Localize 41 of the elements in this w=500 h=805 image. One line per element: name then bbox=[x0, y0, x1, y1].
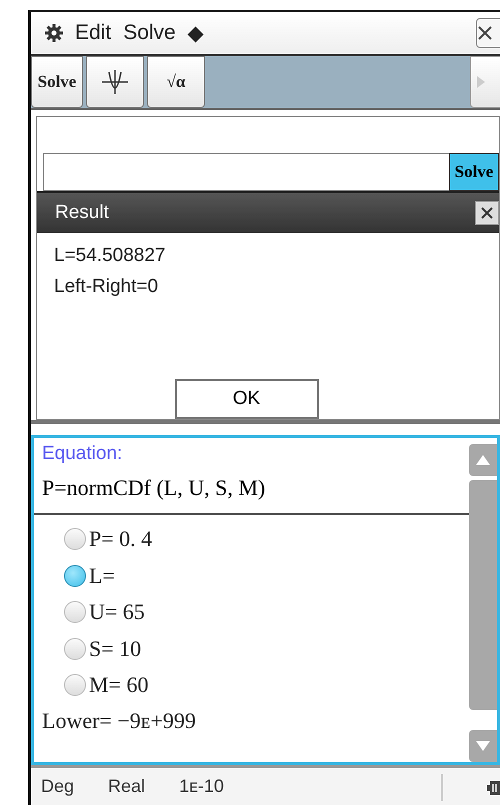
triangle-down-icon bbox=[476, 741, 490, 751]
solve-button[interactable]: Solve bbox=[449, 153, 499, 191]
close-icon bbox=[480, 206, 494, 220]
triangle-up-icon bbox=[476, 455, 490, 465]
toolbar-button[interactable] bbox=[86, 56, 144, 108]
variable-label: S= 10 bbox=[89, 636, 142, 662]
status-item: Real bbox=[108, 776, 146, 797]
scrollbar-thumb[interactable] bbox=[469, 480, 497, 710]
equation-heading: Equation: bbox=[41, 442, 124, 466]
variable-label: P= 0. 4 bbox=[89, 526, 152, 552]
close-button[interactable] bbox=[476, 18, 500, 48]
bound-text: Lower= −9ᴇ+999 bbox=[41, 706, 197, 734]
variable-label: U= 65 bbox=[89, 599, 145, 626]
close-button[interactable] bbox=[475, 201, 499, 225]
scroll-right-button[interactable] bbox=[470, 56, 500, 108]
radio-button[interactable] bbox=[64, 674, 86, 696]
status-item: 1ᴇ-10 bbox=[179, 776, 224, 797]
radio-button[interactable] bbox=[64, 528, 86, 550]
menu-item[interactable]: Edit bbox=[75, 21, 112, 45]
scroll-up-button[interactable] bbox=[469, 444, 497, 476]
ok-button[interactable]: OK bbox=[174, 379, 318, 419]
toolbar-button[interactable]: Solve bbox=[31, 56, 83, 108]
parabola-graph-icon bbox=[100, 69, 130, 95]
dialog-title: Result bbox=[55, 202, 109, 224]
radio-button[interactable] bbox=[64, 601, 86, 624]
status-item: Deg bbox=[41, 776, 74, 797]
triangle-right-icon bbox=[477, 76, 485, 88]
variable-label: L= bbox=[89, 562, 115, 589]
scroll-down-button[interactable] bbox=[469, 730, 497, 762]
toolbar-button[interactable]: √α bbox=[147, 56, 205, 108]
result-line: Left-Right=0 bbox=[54, 276, 160, 298]
gear-icon[interactable] bbox=[45, 24, 63, 42]
menu-item[interactable]: ◆ bbox=[188, 20, 204, 46]
input-field[interactable] bbox=[43, 153, 449, 191]
result-line: L=54.508827 bbox=[54, 245, 166, 267]
menu-item[interactable]: Solve bbox=[123, 21, 176, 45]
equation-text: P=normCDf (L, U, S, M) bbox=[34, 471, 469, 515]
radio-button[interactable] bbox=[64, 564, 86, 587]
radio-button[interactable] bbox=[64, 638, 86, 660]
close-icon bbox=[477, 25, 493, 41]
variable-label: M= 60 bbox=[89, 672, 148, 698]
